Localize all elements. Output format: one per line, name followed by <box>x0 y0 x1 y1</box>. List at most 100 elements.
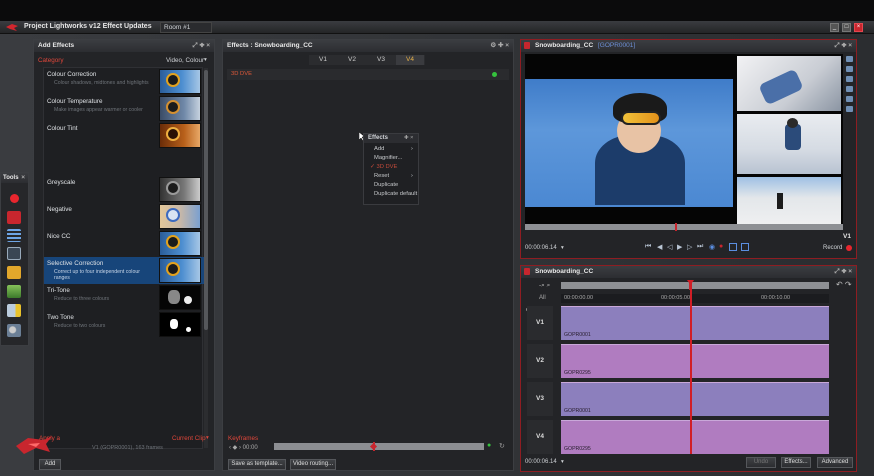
keyboard-icon[interactable] <box>7 247 21 260</box>
effect-colour-correction[interactable]: Colour Correction Colour shadows, midton… <box>44 68 204 95</box>
timeline-clip[interactable]: GOPR0295 <box>561 420 829 454</box>
viewer-tool-icon[interactable] <box>846 106 853 112</box>
zoom-controls-icon[interactable]: -⌕ ⌕ <box>539 282 550 290</box>
effect-name: Selective Correction <box>47 260 104 267</box>
keyframe-track[interactable] <box>274 442 484 451</box>
tab-v3[interactable]: V3 <box>367 55 395 65</box>
track-label-v2[interactable]: V2 <box>527 344 553 378</box>
menu-item-magnifier[interactable]: Magnifier... <box>374 155 402 161</box>
timeline-clip[interactable]: GOPR0295 <box>561 344 829 378</box>
mark-icon[interactable]: ● <box>719 243 723 250</box>
viewer-tool-icon[interactable] <box>846 56 853 62</box>
playhead[interactable] <box>690 282 692 454</box>
viewer-panel: Snowboarding_CC [GOPR0001] ⤢ ✚ × V1 00:0… <box>520 39 857 259</box>
menu-item-reset[interactable]: Reset <box>374 173 389 179</box>
record-icon[interactable] <box>846 245 852 251</box>
play-reverse-icon[interactable]: ◁ <box>667 243 672 251</box>
add-button[interactable]: Add <box>39 459 61 470</box>
folder-icon[interactable] <box>7 266 21 279</box>
video-routing-button[interactable]: Video routing... <box>290 459 336 470</box>
effect-colour-tint[interactable]: Colour Tint <box>44 122 204 149</box>
track-label-v1[interactable]: V1 <box>527 306 553 340</box>
enabled-indicator-icon[interactable] <box>492 72 497 77</box>
tab-v2[interactable]: V2 <box>338 55 366 65</box>
track-label-v3[interactable]: V3 <box>527 382 553 416</box>
timeline-scrollbar[interactable] <box>561 281 829 290</box>
export-icon[interactable] <box>7 285 21 298</box>
chevron-down-icon[interactable]: ▾ <box>206 435 209 441</box>
mark-out-icon[interactable] <box>741 243 749 251</box>
room-tab[interactable]: Room #1 <box>160 22 212 33</box>
viewer-tool-icon[interactable] <box>846 66 853 72</box>
panel-controls-icon[interactable]: ⤢ ✚ × <box>834 266 852 278</box>
add-effects-panel: Add Effects ⤢ ✚ × Category Video, Colour… <box>33 39 215 471</box>
chevron-down-icon[interactable]: ▾ <box>561 245 564 251</box>
close-icon[interactable]: ✚ × <box>404 135 413 141</box>
mark-in-icon[interactable] <box>729 243 737 251</box>
video-frame <box>525 54 843 231</box>
users-icon[interactable] <box>7 324 21 337</box>
rider-goggles <box>621 111 661 125</box>
lightworks-logo-icon <box>16 436 52 454</box>
next-keyframe-icon[interactable]: › <box>239 445 241 451</box>
viewer-tool-icon[interactable] <box>846 86 853 92</box>
viewer-tool-icon[interactable] <box>846 96 853 102</box>
track-label-v4[interactable]: V4 <box>527 420 553 454</box>
close-icon[interactable]: × <box>21 173 25 183</box>
maximize-button[interactable]: □ <box>842 23 851 32</box>
menu-item-duplicate[interactable]: Duplicate <box>374 182 398 188</box>
effect-negative[interactable]: Negative <box>44 203 204 230</box>
timeline-ruler[interactable]: 00:00:00.00 00:00:05.00 00:00:10.00 <box>561 294 829 303</box>
chevron-down-icon[interactable]: ▾ <box>204 57 207 63</box>
viewer-scrubber[interactable] <box>525 223 843 231</box>
close-button[interactable]: × <box>854 23 863 32</box>
timeline-clip[interactable]: GOPR0001 <box>561 306 829 340</box>
step-back-icon[interactable]: ◀ <box>657 243 662 251</box>
target-dropdown[interactable]: Current Clip <box>172 435 206 442</box>
effect-name: Colour Correction <box>47 71 97 78</box>
list-icon[interactable] <box>7 229 21 242</box>
reset-icon[interactable]: ↻ <box>499 442 505 450</box>
menu-item-duplicate-default[interactable]: Duplicate default <box>374 191 417 197</box>
effect-tri-tone[interactable]: Tri-Tone Reduce to three colours <box>44 284 204 311</box>
effect-nice-cc[interactable]: Nice CC <box>44 230 204 257</box>
record-icon[interactable] <box>7 192 21 205</box>
effects-icon[interactable] <box>7 304 21 317</box>
effect-colour-temperature[interactable]: Colour Temperature Make images appear wa… <box>44 95 204 122</box>
panel-controls-icon[interactable]: ⚙ ✚ × <box>490 40 509 52</box>
timeline-clip[interactable]: GOPR0001 <box>561 382 829 416</box>
window-title: Project Lightworks v12 Effect Updates <box>24 23 152 30</box>
minimize-button[interactable]: _ <box>830 23 839 32</box>
category-dropdown[interactable]: Video, Colour <box>166 57 204 64</box>
play-icon[interactable]: ▶ <box>677 243 682 251</box>
go-to-end-icon[interactable]: ⏭ <box>697 243 703 251</box>
step-forward-icon[interactable]: ▷ <box>687 243 692 251</box>
effects-button[interactable]: Effects... <box>781 457 811 468</box>
tab-v1[interactable]: V1 <box>309 55 337 65</box>
effect-two-tone[interactable]: Two Tone Reduce to two colours <box>44 311 204 338</box>
menu-item-add[interactable]: Add <box>374 146 384 152</box>
panel-controls-icon[interactable]: ⤢ ✚ × <box>192 40 210 52</box>
undo-icon[interactable]: ↶ ↷ <box>836 280 852 289</box>
effect-greyscale[interactable]: Greyscale <box>44 176 204 203</box>
keyframe-enabled-icon[interactable]: ● <box>487 442 491 449</box>
tab-v4[interactable]: V4 <box>396 55 424 65</box>
loop-icon[interactable]: ◉ <box>709 243 715 251</box>
advanced-button[interactable]: Advanced <box>817 457 853 468</box>
save-template-button[interactable]: Save as template... <box>228 459 286 470</box>
viewer-red-marker-icon <box>524 42 530 49</box>
effect-row[interactable]: 3D DVE <box>227 69 509 80</box>
go-to-start-icon[interactable]: ⏮ <box>645 243 651 251</box>
undo-button[interactable]: Undo <box>746 457 776 468</box>
effects-scrollbar[interactable] <box>204 68 208 448</box>
snowboarder-thumbnail <box>159 69 201 94</box>
previous-keyframe-icon[interactable]: ‹ <box>229 445 231 451</box>
menu-item-3d-dve[interactable]: ✓ 3D DVE <box>370 164 397 170</box>
chevron-down-icon[interactable]: ▾ <box>561 459 564 465</box>
video-icon[interactable] <box>7 211 21 224</box>
effect-selective-correction[interactable]: Selective Correction Correct up to four … <box>44 257 204 284</box>
add-keyframe-icon[interactable]: ◆ <box>233 445 238 451</box>
viewer-tool-icon[interactable] <box>846 76 853 82</box>
effect-description: Correct up to four independent colour ra… <box>54 269 140 281</box>
panel-controls-icon[interactable]: ⤢ ✚ × <box>834 40 852 52</box>
